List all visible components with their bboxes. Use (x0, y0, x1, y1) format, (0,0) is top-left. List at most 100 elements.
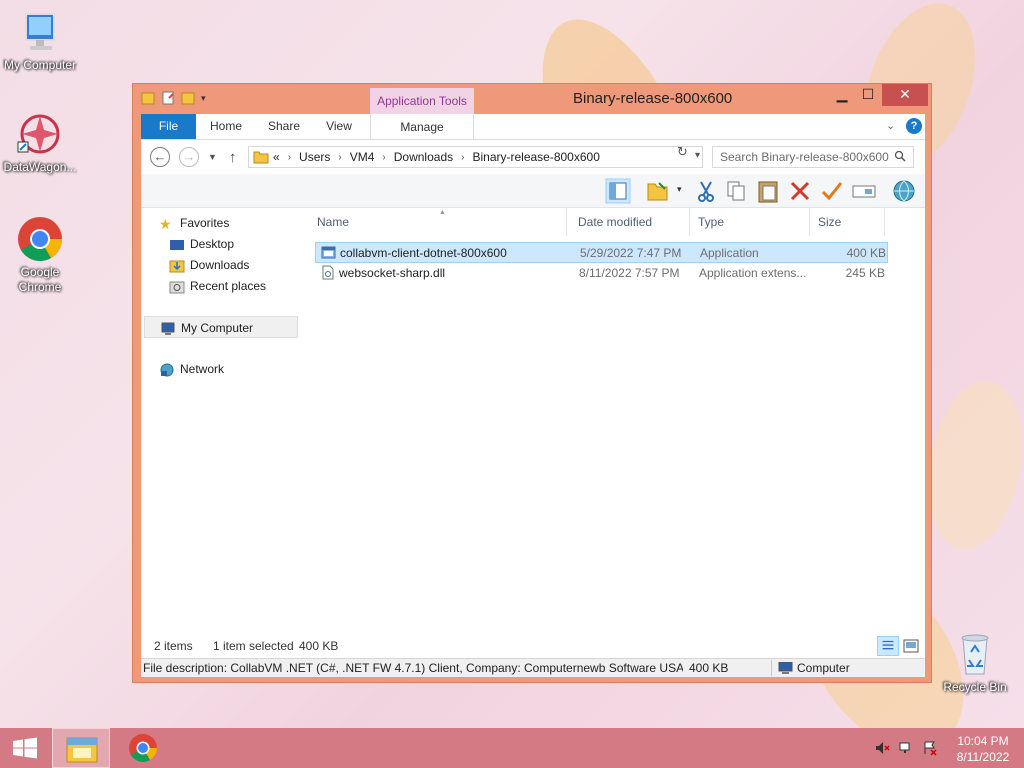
command-toolbar: ▾ (141, 174, 925, 208)
network-tray-icon[interactable] (898, 740, 914, 756)
system-clock[interactable]: 10:04 PM 8/11/2022 (948, 733, 1018, 765)
back-button[interactable]: ← (150, 147, 170, 167)
quick-access-toolbar: ▾ (141, 91, 206, 105)
cut-icon[interactable] (693, 178, 719, 204)
column-header-type[interactable]: Type (690, 208, 810, 236)
taskbar-file-explorer[interactable] (52, 728, 110, 768)
computer-icon (161, 322, 175, 335)
desktop-icon-datawagon[interactable]: DataWagon... (0, 110, 80, 175)
organize-dropdown-icon[interactable]: ▾ (677, 184, 682, 195)
file-size: 400 KB (846, 246, 886, 260)
large-icons-view-icon[interactable] (903, 638, 919, 654)
taskbar-google-chrome[interactable] (114, 728, 172, 768)
tab-share[interactable]: Share (262, 114, 306, 139)
recycle-bin-icon (951, 630, 999, 678)
new-folder-icon[interactable] (181, 91, 195, 105)
breadcrumb-item[interactable]: VM4 (350, 150, 375, 164)
delete-icon[interactable] (787, 178, 813, 204)
network-globe-icon[interactable] (891, 178, 917, 204)
nav-network[interactable]: Network (159, 358, 224, 380)
up-button[interactable]: ↑ (229, 149, 237, 166)
desktop-icon-recycle-bin[interactable]: Recycle Bin (935, 630, 1015, 695)
application-tools-label: Application Tools (370, 88, 474, 115)
file-type: Application extens... (699, 266, 807, 280)
minimize-button[interactable]: ▁ (829, 84, 855, 106)
tab-manage[interactable]: Manage (370, 115, 474, 140)
folder-icon[interactable] (141, 91, 155, 105)
chevron-right-icon[interactable]: › (461, 152, 464, 163)
properties-icon[interactable] (161, 91, 175, 105)
nav-desktop[interactable]: Desktop (169, 233, 234, 255)
nav-my-computer[interactable]: My Computer (144, 316, 298, 338)
status-bar: 2 items 1 item selected 400 KB (141, 636, 925, 656)
desktop-icon-google-chrome[interactable]: Google Chrome (0, 215, 80, 295)
desktop-icon-label: Recycle Bin (943, 680, 1007, 694)
checkmark-icon[interactable] (819, 178, 845, 204)
sort-up-icon: ▲ (439, 209, 446, 216)
chevron-right-icon[interactable]: › (288, 152, 291, 163)
rename-icon[interactable] (851, 178, 877, 204)
folder-icon (253, 151, 269, 164)
tab-view[interactable]: View (319, 114, 359, 139)
desktop-icon-label: Google Chrome (18, 265, 62, 294)
navigation-pane: ★ Favorites Desktop Downloads Recent plac… (141, 208, 301, 636)
chrome-icon (16, 215, 64, 263)
column-header-name[interactable]: Name (309, 208, 567, 236)
window-title: Binary-release-800x600 (573, 90, 733, 107)
file-size: 245 KB (845, 266, 885, 280)
close-button[interactable]: ✕ (882, 84, 928, 106)
content-area: ★ Favorites Desktop Downloads Recent plac… (141, 208, 925, 636)
title-bar[interactable]: ▾ Application Tools Binary-release-800x6… (133, 84, 931, 115)
tab-file[interactable]: File (141, 114, 196, 139)
recent-places-icon (169, 281, 185, 294)
recent-locations-icon[interactable]: ▼ (208, 152, 217, 162)
details-view-icon[interactable] (877, 636, 899, 656)
chevron-right-icon[interactable]: › (382, 152, 385, 163)
column-header-date[interactable]: Date modified (570, 208, 690, 236)
search-input[interactable]: Search Binary-release-800x600 (712, 146, 914, 168)
breadcrumb-item[interactable]: Downloads (394, 150, 453, 164)
wallpaper-petal (915, 373, 1024, 557)
tab-home[interactable]: Home (204, 114, 248, 139)
desktop-icon-my-computer[interactable]: My Computer (0, 8, 80, 73)
selection-size: 400 KB (299, 639, 339, 653)
desktop-icon-label: DataWagon... (3, 160, 77, 174)
file-date: 5/29/2022 7:47 PM (580, 246, 682, 260)
chevron-right-icon[interactable]: › (338, 152, 341, 163)
refresh-icon[interactable]: ↻ (677, 144, 688, 160)
volume-muted-icon[interactable] (874, 740, 890, 756)
desktop-icon-label: My Computer (3, 58, 77, 72)
chevron-down-icon[interactable]: ⌄ (886, 119, 900, 133)
column-header-size[interactable]: Size (810, 208, 885, 236)
breadcrumb-item[interactable]: Users (299, 150, 330, 164)
help-icon[interactable]: ? (906, 118, 922, 134)
breadcrumb-item[interactable]: Binary-release-800x600 (472, 150, 599, 164)
file-row[interactable]: websocket-sharp.dll 8/11/2022 7:57 PM Ap… (315, 263, 888, 284)
selection-count: 1 item selected (213, 639, 294, 653)
preview-pane-icon[interactable] (605, 178, 631, 204)
file-type: Application (700, 246, 759, 260)
qat-dropdown-icon[interactable]: ▾ (201, 93, 206, 104)
nav-label: My Computer (181, 321, 254, 335)
nav-downloads[interactable]: Downloads (169, 254, 249, 276)
nav-recent-places[interactable]: Recent places (169, 275, 266, 297)
breadcrumb-overflow[interactable]: « (273, 150, 280, 164)
address-dropdown-icon[interactable]: ▾ (695, 150, 700, 161)
maximize-button[interactable]: ☐ (855, 84, 881, 106)
search-icon[interactable] (894, 150, 906, 162)
action-center-icon[interactable] (922, 740, 938, 756)
paste-icon[interactable] (755, 178, 781, 204)
windows-start-icon[interactable] (0, 728, 50, 768)
star-icon: ★ (159, 215, 172, 232)
file-row[interactable]: collabvm-client-dotnet-800x600 5/29/2022… (315, 242, 888, 263)
nav-label: Recent places (190, 279, 267, 293)
forward-button[interactable]: → (179, 147, 199, 167)
copy-icon[interactable] (723, 178, 749, 204)
address-bar[interactable]: « › Users › VM4 › Downloads › Binary-rel… (248, 146, 703, 168)
item-count: 2 items (154, 639, 193, 653)
organize-icon[interactable] (645, 178, 671, 204)
nav-favorites[interactable]: ★ Favorites (159, 212, 229, 234)
details-size: 400 KB (689, 661, 729, 675)
file-date: 8/11/2022 7:57 PM (579, 266, 680, 280)
location-label: Computer (797, 661, 850, 675)
